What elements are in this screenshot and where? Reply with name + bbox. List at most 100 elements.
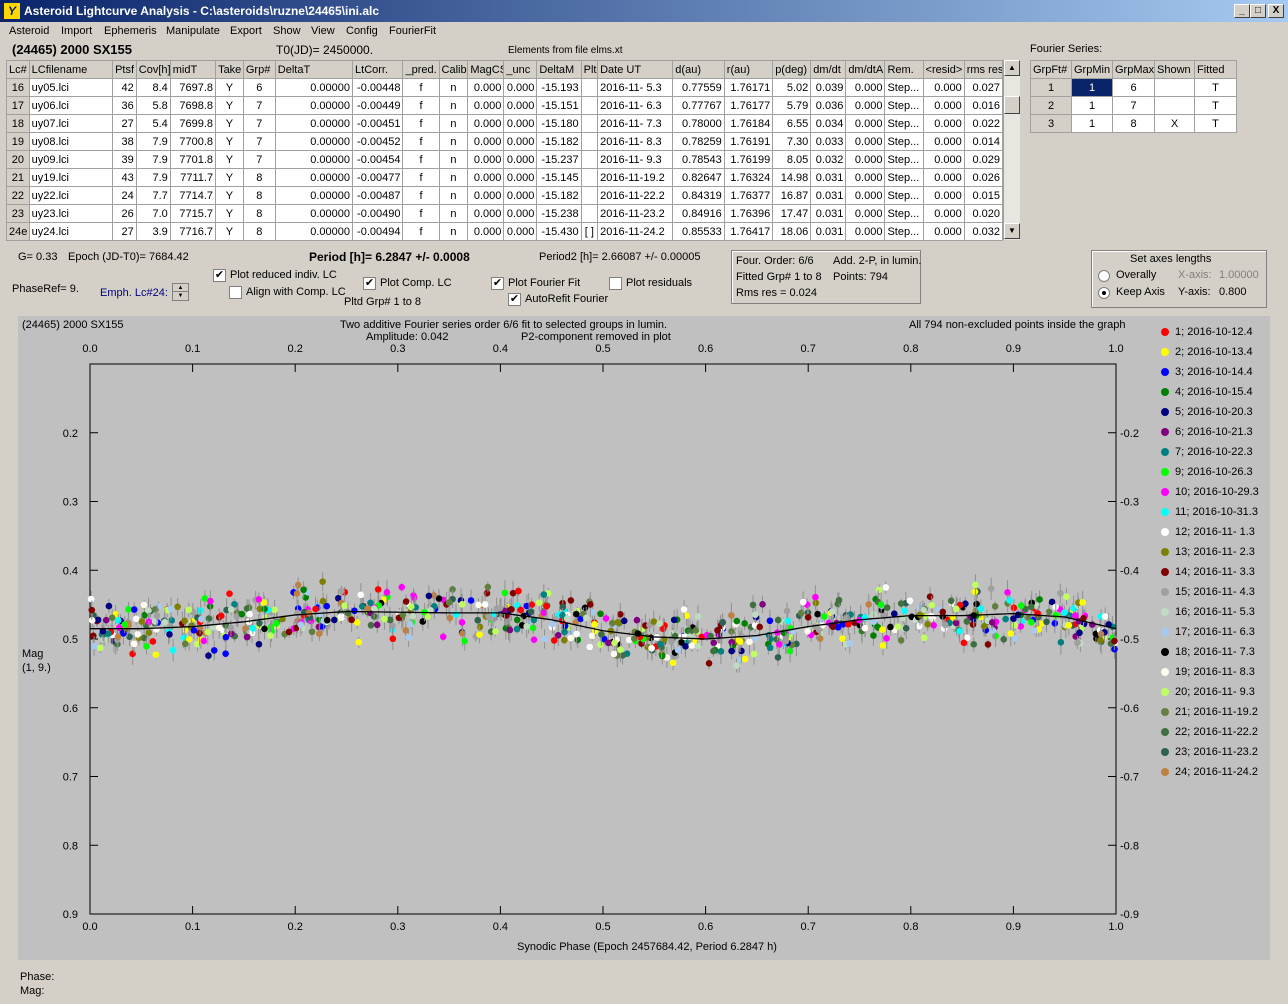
table-cell[interactable]: 0.027 xyxy=(963,78,1004,97)
table-cell[interactable]: 7 xyxy=(242,132,276,151)
table-cell[interactable]: 0.000 xyxy=(503,222,538,241)
column-header[interactable]: Rem. xyxy=(884,60,924,79)
table-cell[interactable]: 7 xyxy=(242,114,276,133)
table-cell[interactable]: uy09.lci xyxy=(28,150,114,169)
table-cell[interactable]: f xyxy=(402,114,440,133)
app-logo-icon[interactable]: Y xyxy=(4,3,20,19)
spin-down-icon[interactable]: ▼ xyxy=(173,292,188,300)
table-cell[interactable]: 14.98 xyxy=(772,168,812,187)
table-cell[interactable]: Y xyxy=(215,96,244,115)
table-cell[interactable]: 0.000 xyxy=(467,96,505,115)
table-cell[interactable]: 7711.7 xyxy=(169,168,217,187)
table-cell[interactable]: 7.30 xyxy=(772,132,812,151)
menu-fourierfit[interactable]: FourierFit xyxy=(389,25,436,37)
table-cell[interactable]: 0.032 xyxy=(810,150,847,169)
scroll-up-icon[interactable]: ▲ xyxy=(1004,60,1020,76)
table-cell[interactable] xyxy=(580,132,599,151)
table-cell[interactable]: 7697.8 xyxy=(169,78,217,97)
table-cell[interactable]: 0.015 xyxy=(963,186,1004,205)
table-cell[interactable]: 0.000 xyxy=(922,150,965,169)
table-cell[interactable]: 3.9 xyxy=(135,222,171,241)
column-header[interactable]: dm/dtA xyxy=(845,60,886,79)
fourier-cell[interactable]: 1 xyxy=(1030,78,1072,97)
table-cell[interactable]: 7.9 xyxy=(135,132,171,151)
table-cell[interactable]: [ ] xyxy=(580,222,599,241)
table-cell[interactable]: 0.000 xyxy=(467,114,505,133)
table-cell[interactable]: n xyxy=(438,222,469,241)
table-cell[interactable]: -15.182 xyxy=(536,186,582,205)
table-cell[interactable]: 8.4 xyxy=(135,78,171,97)
fourier-series-table[interactable]: GrpFt# GrpMin GrpMax Shown Fitted 116T217T31… xyxy=(1030,60,1237,133)
table-cell[interactable]: 0.031 xyxy=(810,204,847,223)
table-cell[interactable]: 0.036 xyxy=(810,96,847,115)
table-cell[interactable]: n xyxy=(438,150,469,169)
table-cell[interactable]: 22 xyxy=(6,186,30,205)
table-cell[interactable]: -15.182 xyxy=(536,132,582,151)
table-cell[interactable]: 0.00000 xyxy=(274,168,354,187)
table-cell[interactable]: 36 xyxy=(112,96,137,115)
table-cell[interactable]: -15.180 xyxy=(536,114,582,133)
lightcurve-table[interactable]: Lc# LCfilename Ptsf Cov[h] midT Take Grp# Delta… xyxy=(6,60,1004,241)
table-cell[interactable]: 0.020 xyxy=(963,204,1004,223)
column-header[interactable]: p(deg) xyxy=(772,60,812,79)
table-cell[interactable]: 0.000 xyxy=(845,168,886,187)
table-cell[interactable]: 0.000 xyxy=(845,204,886,223)
table-cell[interactable]: 24e xyxy=(6,222,30,241)
table-cell[interactable]: f xyxy=(402,150,440,169)
table-cell[interactable]: -0.00494 xyxy=(352,222,404,241)
keep-axis-radio[interactable] xyxy=(1098,287,1110,299)
fourier-cell[interactable]: 3 xyxy=(1030,114,1072,133)
table-cell[interactable]: 7714.7 xyxy=(169,186,217,205)
table-cell[interactable]: 0.039 xyxy=(810,78,847,97)
table-cell[interactable]: 8 xyxy=(242,222,276,241)
table-cell[interactable]: 5.8 xyxy=(135,96,171,115)
table-cell[interactable]: 2016-11- 5.3 xyxy=(597,78,674,97)
column-header[interactable]: Cov[h] xyxy=(135,60,171,79)
table-cell[interactable]: 7.9 xyxy=(135,150,171,169)
table-cell[interactable]: 0.000 xyxy=(845,186,886,205)
scroll-down-icon[interactable]: ▼ xyxy=(1004,223,1020,239)
menu-config[interactable]: Config xyxy=(346,25,378,37)
table-cell[interactable]: 1.76184 xyxy=(723,114,774,133)
table-cell[interactable]: Y xyxy=(215,222,244,241)
table-row[interactable]: 17 uy06.lci 36 5.8 7698.8 Y 7 0.00000 -0.00449 f n… xyxy=(6,96,1004,115)
table-cell[interactable]: 2016-11-23.2 xyxy=(597,204,674,223)
column-header[interactable]: MagCS xyxy=(467,60,505,79)
lightcurve-plot-panel[interactable]: (24465) 2000 SX155 Two additive Fourier … xyxy=(18,316,1270,960)
table-cell[interactable]: 7701.8 xyxy=(169,150,217,169)
table-cell[interactable]: 1.76324 xyxy=(723,168,774,187)
table-cell[interactable]: 0.000 xyxy=(503,114,538,133)
table-cell[interactable]: 0.000 xyxy=(503,204,538,223)
table-cell[interactable]: Y xyxy=(215,204,244,223)
table-cell[interactable]: 0.000 xyxy=(845,132,886,151)
table-cell[interactable]: n xyxy=(438,186,469,205)
table-cell[interactable]: 0.031 xyxy=(810,168,847,187)
fourier-row[interactable]: 217 T xyxy=(1030,96,1237,115)
table-cell[interactable]: -15.237 xyxy=(536,150,582,169)
table-cell[interactable]: 1.76177 xyxy=(723,96,774,115)
fourier-cell[interactable]: 7 xyxy=(1112,96,1155,115)
table-cell[interactable]: Step... xyxy=(884,96,924,115)
table-cell[interactable]: f xyxy=(402,78,440,97)
table-cell[interactable]: 1.76171 xyxy=(723,78,774,97)
table-cell[interactable]: -0.00477 xyxy=(352,168,404,187)
table-cell[interactable]: 2016-11- 6.3 xyxy=(597,96,674,115)
table-cell[interactable]: 0.000 xyxy=(922,78,965,97)
fourier-cell[interactable]: T xyxy=(1194,114,1237,133)
table-cell[interactable]: 0.000 xyxy=(922,132,965,151)
table-cell[interactable]: 43 xyxy=(112,168,137,187)
fourier-cell[interactable]: 2 xyxy=(1030,96,1072,115)
table-cell[interactable]: uy24.lci xyxy=(28,222,114,241)
table-cell[interactable]: 0.000 xyxy=(845,150,886,169)
table-row[interactable]: 19 uy08.lci 38 7.9 7700.8 Y 7 0.00000 -0.00452 f n… xyxy=(6,132,1004,151)
column-header[interactable]: Ptsf xyxy=(112,60,137,79)
table-cell[interactable]: 2016-11-22.2 xyxy=(597,186,674,205)
spin-up-icon[interactable]: ▲ xyxy=(173,284,188,292)
minimize-button[interactable]: _ xyxy=(1234,4,1250,18)
table-row[interactable]: 18 uy07.lci 27 5.4 7699.8 Y 7 0.00000 -0.00451 f n… xyxy=(6,114,1004,133)
table-cell[interactable]: 0.026 xyxy=(963,168,1004,187)
fourier-cell[interactable]: X xyxy=(1154,114,1195,133)
table-cell[interactable]: f xyxy=(402,132,440,151)
table-cell[interactable] xyxy=(580,78,599,97)
table-cell[interactable]: 27 xyxy=(112,222,137,241)
